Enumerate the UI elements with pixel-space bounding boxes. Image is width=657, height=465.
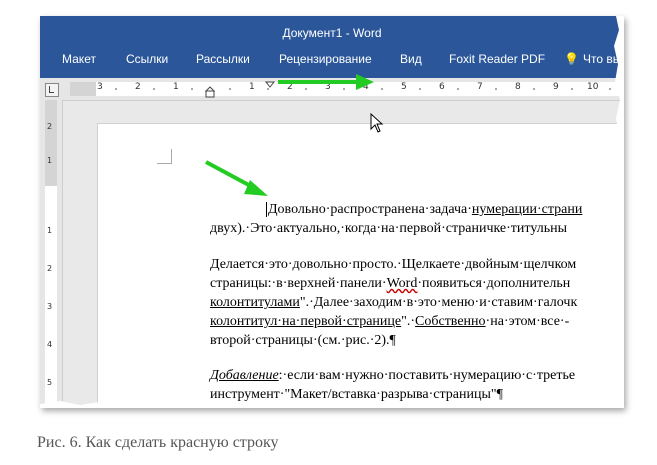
torn-bottom-edge xyxy=(40,401,624,408)
vertical-ruler-text-area xyxy=(45,186,57,408)
word-window-screenshot: Документ1 - Word Макет Ссылки Рассылки Р… xyxy=(40,16,624,408)
text-line[interactable]: колонтитулами".·Далее·заходим·в·это·меню… xyxy=(210,293,577,312)
tab-view[interactable]: Вид xyxy=(400,52,422,66)
text-line[interactable]: Довольно·распространена·задача·нумерации… xyxy=(266,200,582,219)
ribbon: Документ1 - Word Макет Ссылки Рассылки Р… xyxy=(40,16,624,78)
vertical-ruler-label: 4 xyxy=(47,340,53,349)
text-run-underlined: колонтитулами xyxy=(210,295,300,310)
figure-caption: Рис. 6. Как сделать красную строку xyxy=(37,434,279,451)
vertical-ruler[interactable]: 2 1 1 2 3 4 5 xyxy=(40,100,63,408)
text-line[interactable]: колонтитул·на·первой·странице".·Собствен… xyxy=(210,312,569,331)
text-run: Довольно·распространена·задача· xyxy=(266,202,472,217)
tab-review[interactable]: Рецензирование xyxy=(279,52,372,66)
text-line[interactable]: страницы:·в·верхней·панели·Word·появитьс… xyxy=(210,274,570,293)
text-run: ".· xyxy=(401,314,416,329)
vertical-ruler-label: 5 xyxy=(47,378,53,387)
vertical-ruler-label: 2 xyxy=(47,122,53,131)
text-run-underlined: колонтитул·на·первой·странице xyxy=(210,314,402,329)
text-run: страницы:·в·верхней·панели· xyxy=(210,276,387,291)
vertical-ruler-label: 1 xyxy=(47,226,53,235)
text-run: ·на·этом·все·- xyxy=(485,314,570,329)
window-title: Документ1 - Word xyxy=(282,26,382,40)
text-run: ·появиться·дополнительн xyxy=(417,276,571,291)
hanging-indent-marker xyxy=(204,86,216,98)
text-line[interactable]: двух).·Это·актуально,·когда·на·первой·ст… xyxy=(210,219,567,238)
lightbulb-icon: 💡 xyxy=(564,52,579,66)
text-run-underlined: нумерации·страни xyxy=(471,202,583,217)
text-run: ".·Далее·заходим·в·это·меню·и·ставим·гал… xyxy=(299,295,578,310)
first-line-indent-marker xyxy=(264,81,276,88)
text-line[interactable]: Добавление:·если·вам·нужно·поставить·нум… xyxy=(210,366,575,385)
ruler-ticks xyxy=(115,81,611,98)
text-line[interactable]: Делается·это·довольно·просто.·Щелкаете·д… xyxy=(210,255,576,274)
tab-layout[interactable]: Макет xyxy=(62,52,96,66)
margin-corner-mark xyxy=(157,149,172,164)
text-run-italic-underlined: Добавление xyxy=(210,368,279,383)
horizontal-ruler[interactable]: 3 2 1 1 2 3 4 5 6 7 8 9 10 xyxy=(40,78,624,101)
vertical-ruler-label: 2 xyxy=(47,264,53,273)
text-run-underlined: Собственно xyxy=(415,314,486,329)
text-run: :·если·вам·нужно·поставить·нумерацию·с·т… xyxy=(278,368,576,383)
ribbon-tabs: Макет Ссылки Рассылки Рецензирование Вид… xyxy=(40,52,624,72)
vertical-ruler-margin xyxy=(45,100,57,186)
torn-edge xyxy=(614,16,624,408)
text-line[interactable]: второй·страницы·(см.·рис.·2).¶ xyxy=(210,331,396,350)
vertical-ruler-label: 1 xyxy=(47,156,53,165)
tab-references[interactable]: Ссылки xyxy=(126,52,168,66)
tab-foxit-reader-pdf[interactable]: Foxit Reader PDF xyxy=(449,52,545,66)
tab-mailings[interactable]: Рассылки xyxy=(196,52,250,66)
text-run-spellcheck: Word xyxy=(386,276,418,291)
vertical-ruler-label: 3 xyxy=(47,302,53,311)
mouse-pointer-icon xyxy=(370,113,384,133)
